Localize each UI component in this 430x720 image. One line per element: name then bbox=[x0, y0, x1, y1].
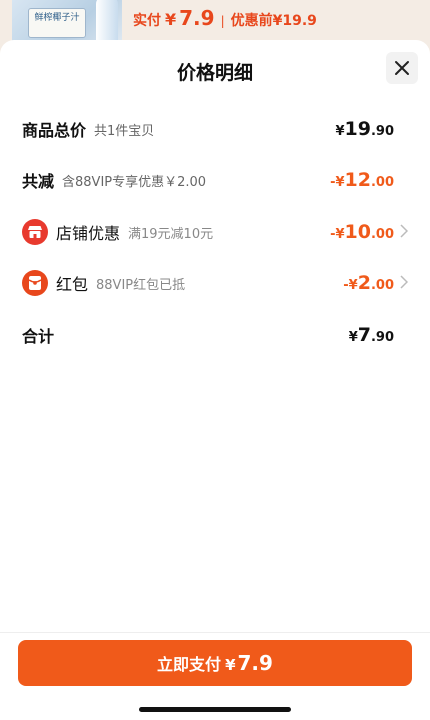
grand-total-amount: ¥ 7 .90 bbox=[349, 324, 394, 346]
vip-discount-note: 含88VIP专享优惠￥2.00 bbox=[62, 174, 207, 190]
red-packet-note: 88VIP红包已抵 bbox=[96, 277, 186, 293]
sheet-title: 价格明细 bbox=[176, 62, 253, 84]
close-button[interactable] bbox=[386, 52, 418, 84]
total-discount-amount: -¥ 12 .00 bbox=[330, 169, 394, 191]
currency-symbol: -¥ bbox=[343, 278, 358, 293]
amount-integer: 2 bbox=[357, 272, 371, 294]
total-discount-label: 共减 bbox=[22, 172, 55, 191]
goods-total-row: 商品总价 共1件宝贝 ¥ 19 .90 bbox=[22, 114, 408, 144]
close-icon bbox=[395, 61, 409, 75]
red-packet-row[interactable]: 红包 88VIP红包已抵 -¥ 2 .00 bbox=[22, 268, 408, 298]
shop-discount-label: 店铺优惠 bbox=[56, 224, 121, 243]
price-detail-sheet: 价格明细 商品总价 共1件宝贝 ¥ 19 .90 共减 含88VIP专享优惠￥2… bbox=[0, 40, 430, 720]
total-discount-row: 共减 含88VIP专享优惠￥2.00 -¥ 12 .00 bbox=[22, 165, 408, 195]
shop-discount-row[interactable]: 店铺优惠 满19元减10元 -¥ 10 .00 bbox=[22, 217, 408, 247]
red-packet-amount: -¥ 2 .00 bbox=[343, 272, 394, 294]
red-packet-icon bbox=[22, 270, 48, 296]
pay-now-label: 立即支付 bbox=[157, 655, 222, 674]
amount-integer: 12 bbox=[344, 169, 371, 191]
amount-integer: 19 bbox=[344, 118, 371, 140]
amount-decimal: .00 bbox=[370, 278, 394, 293]
amount-integer: 10 bbox=[344, 221, 371, 243]
goods-count: 共1件宝贝 bbox=[94, 123, 155, 139]
shop-discount-rule: 满19元减10元 bbox=[128, 226, 214, 242]
shop-discount-amount: -¥ 10 .00 bbox=[330, 221, 394, 243]
product-label: 鲜榨椰子汁 bbox=[28, 8, 86, 38]
amount-decimal: .90 bbox=[370, 124, 394, 139]
amount-decimal: .00 bbox=[370, 175, 394, 190]
pay-amount: 7.9 bbox=[237, 651, 273, 675]
chevron-right-icon bbox=[400, 275, 408, 289]
goods-total-amount: ¥ 19 .90 bbox=[335, 118, 394, 140]
currency-symbol: ¥ bbox=[348, 330, 358, 345]
original-price: 优惠前¥19.9 bbox=[230, 13, 317, 29]
home-indicator bbox=[139, 707, 291, 712]
currency-symbol: -¥ bbox=[330, 227, 345, 242]
background-price: 实付 ¥ 7.9 | 优惠前¥19.9 bbox=[133, 6, 317, 30]
currency-symbol: ¥ bbox=[165, 10, 177, 29]
amount-decimal: .90 bbox=[370, 330, 394, 345]
paid-price: 7.9 bbox=[179, 6, 215, 30]
footer-divider bbox=[0, 632, 430, 633]
amount-decimal: .00 bbox=[370, 227, 394, 242]
price-separator: | bbox=[220, 14, 225, 28]
grand-total-row: 合计 ¥ 7 .90 bbox=[22, 320, 408, 350]
currency-symbol: ¥ bbox=[225, 656, 236, 674]
amount-integer: 7 bbox=[357, 324, 371, 346]
currency-symbol: ¥ bbox=[335, 124, 345, 139]
pay-now-button[interactable]: 立即支付 ¥ 7.9 bbox=[18, 640, 412, 686]
grand-total-label: 合计 bbox=[22, 327, 55, 346]
chevron-right-icon bbox=[400, 224, 408, 238]
currency-symbol: -¥ bbox=[330, 175, 345, 190]
shop-icon bbox=[22, 219, 48, 245]
goods-total-label: 商品总价 bbox=[22, 121, 87, 140]
red-packet-label: 红包 bbox=[56, 275, 89, 294]
paid-label: 实付 bbox=[133, 13, 161, 29]
